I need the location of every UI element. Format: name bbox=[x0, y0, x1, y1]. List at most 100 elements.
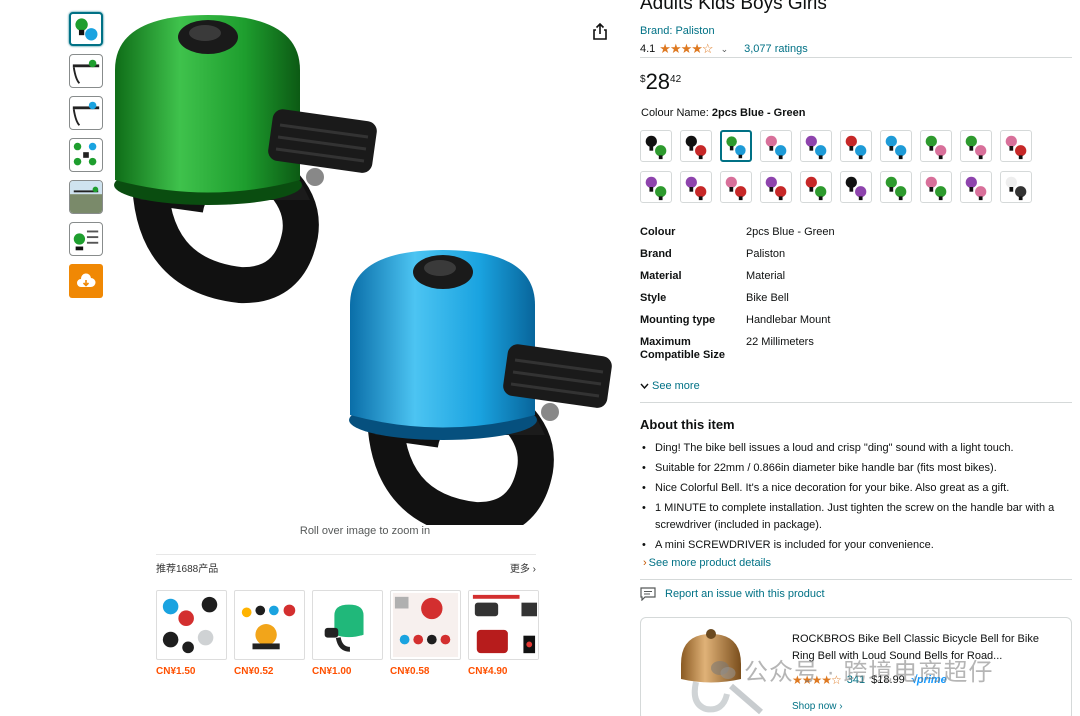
about-bullet: Nice Colorful Bell. It's a nice decorati… bbox=[640, 480, 1070, 497]
bell-pair-icon bbox=[765, 176, 787, 201]
main-product-image[interactable] bbox=[110, 5, 630, 525]
spec-row: Maximum Compatible Size 22 Millimeters bbox=[640, 336, 1070, 362]
recommend-item[interactable]: CN¥1.50 bbox=[156, 590, 227, 677]
bell-mounted-icon bbox=[72, 101, 100, 126]
spec-key: Mounting type bbox=[640, 314, 716, 326]
colour-swatch[interactable] bbox=[920, 171, 952, 203]
colour-swatch[interactable] bbox=[880, 171, 912, 203]
spec-key: Colour bbox=[640, 226, 676, 238]
colour-swatch[interactable] bbox=[800, 171, 832, 203]
thumbnail-4[interactable] bbox=[69, 138, 103, 172]
divider bbox=[640, 579, 1072, 580]
colour-swatch[interactable] bbox=[720, 130, 752, 162]
bell-mounted-icon bbox=[72, 59, 100, 84]
thumbnail-1[interactable] bbox=[69, 12, 103, 46]
colour-swatch[interactable] bbox=[920, 130, 952, 162]
recommend-item[interactable]: CN¥0.52 bbox=[234, 590, 305, 677]
bell-pair-icon bbox=[765, 135, 787, 160]
spec-row: Mounting type Handlebar Mount bbox=[640, 314, 1070, 327]
colour-swatch[interactable] bbox=[960, 130, 992, 162]
colour-swatch[interactable] bbox=[960, 171, 992, 203]
rating-value: 4.1 bbox=[640, 43, 656, 55]
bell-pair-icon bbox=[1005, 135, 1027, 160]
recommend-header: 推荐1688产品 更多 › bbox=[156, 554, 536, 580]
see-more-label: See more bbox=[652, 380, 700, 392]
green-bell bbox=[114, 15, 377, 304]
report-chat-icon bbox=[640, 587, 656, 601]
colour-swatch[interactable] bbox=[800, 130, 832, 162]
blue-bell bbox=[349, 250, 612, 525]
bell-pair-icon bbox=[645, 176, 667, 201]
divider bbox=[640, 402, 1072, 403]
ratings-count-link[interactable]: 3,077 ratings bbox=[744, 43, 808, 55]
watermark-text: 公众号 · 跨境电商超仔 bbox=[744, 659, 994, 686]
colour-swatch[interactable] bbox=[640, 130, 672, 162]
colour-swatch-grid bbox=[640, 130, 1040, 203]
recommend-item[interactable]: CN¥4.90 bbox=[468, 590, 539, 677]
colour-swatch[interactable] bbox=[1000, 130, 1032, 162]
bell-pair-icon bbox=[885, 135, 907, 160]
cloud-download-icon bbox=[77, 273, 96, 287]
shop-now-link[interactable]: Shop now › bbox=[792, 701, 843, 712]
thumbnail-2[interactable] bbox=[69, 54, 103, 88]
spec-row: Brand Paliston bbox=[640, 248, 1070, 261]
bell-pair-icon bbox=[75, 18, 98, 41]
bell-pair-icon bbox=[965, 176, 987, 201]
bells-product-image bbox=[241, 604, 296, 650]
recommend-item[interactable]: CN¥1.00 bbox=[312, 590, 383, 677]
recommend-price: CN¥0.52 bbox=[234, 666, 274, 677]
bell-pair-icon bbox=[845, 135, 867, 160]
colour-selected-value: 2pcs Blue - Green bbox=[711, 107, 806, 119]
bell-pair-icon bbox=[925, 135, 947, 160]
watermark: 公众号 · 跨境电商超仔 bbox=[710, 652, 993, 687]
spec-key: Brand bbox=[640, 248, 672, 260]
spec-row: Material Material bbox=[640, 270, 1070, 283]
colour-swatch[interactable] bbox=[640, 171, 672, 203]
bell-pair-icon bbox=[805, 135, 827, 160]
thumbnail-3[interactable] bbox=[69, 96, 103, 130]
colour-swatch[interactable] bbox=[840, 130, 872, 162]
price: $ 28 42 bbox=[640, 70, 681, 94]
colour-swatch[interactable] bbox=[760, 171, 792, 203]
spec-value: Bike Bell bbox=[746, 292, 789, 304]
report-issue-link[interactable]: Report an issue with this product bbox=[640, 587, 825, 601]
thumbnail-5[interactable] bbox=[69, 180, 103, 214]
recommend-price: CN¥1.00 bbox=[312, 666, 352, 677]
share-icon[interactable] bbox=[591, 23, 609, 41]
colour-label-text: Colour Name: bbox=[641, 107, 709, 119]
recommend-more-link[interactable]: 更多 › bbox=[510, 560, 536, 575]
spec-value: Handlebar Mount bbox=[746, 314, 831, 326]
chevron-right-icon: › bbox=[643, 557, 647, 569]
see-more-link[interactable]: See more bbox=[640, 380, 700, 392]
bell-steps-icon bbox=[73, 142, 97, 166]
colour-name-label: Colour Name: 2pcs Blue - Green bbox=[641, 107, 805, 119]
colour-swatch[interactable] bbox=[880, 130, 912, 162]
colour-swatch[interactable] bbox=[760, 130, 792, 162]
product-details-link[interactable]: › See more product details bbox=[643, 557, 771, 569]
recommend-item[interactable]: CN¥0.58 bbox=[390, 590, 461, 677]
colour-swatch[interactable] bbox=[840, 171, 872, 203]
price-whole: 28 bbox=[645, 69, 671, 94]
divider bbox=[640, 57, 1072, 58]
chevron-down-icon bbox=[640, 383, 649, 389]
bike-light-product-image bbox=[469, 591, 538, 659]
bell-pair-icon bbox=[965, 135, 987, 160]
size-chart-icon bbox=[73, 230, 99, 251]
cloud-upload-button[interactable] bbox=[69, 264, 103, 298]
thumbnail-6[interactable] bbox=[69, 222, 103, 256]
spec-key: Material bbox=[640, 270, 682, 282]
spec-key: Maximum Compatible Size bbox=[640, 336, 725, 361]
about-bullet: 1 MINUTE to complete installation. Just … bbox=[640, 500, 1070, 534]
colour-swatch[interactable] bbox=[1000, 171, 1032, 203]
recommend-price: CN¥0.58 bbox=[390, 666, 430, 677]
colour-swatch[interactable] bbox=[680, 171, 712, 203]
colour-swatch[interactable] bbox=[680, 130, 712, 162]
report-issue-label: Report an issue with this product bbox=[665, 588, 825, 600]
recommend-title: 推荐1688产品 bbox=[156, 564, 219, 575]
bell-pair-icon bbox=[845, 176, 867, 201]
colour-swatch[interactable] bbox=[720, 171, 752, 203]
brand-link[interactable]: Brand: Paliston bbox=[640, 25, 715, 37]
rating-stars-icon[interactable]: ★★★★☆ bbox=[659, 41, 713, 57]
chevron-down-icon[interactable]: ⌄ bbox=[721, 44, 729, 55]
recommend-price: CN¥1.50 bbox=[156, 666, 196, 677]
